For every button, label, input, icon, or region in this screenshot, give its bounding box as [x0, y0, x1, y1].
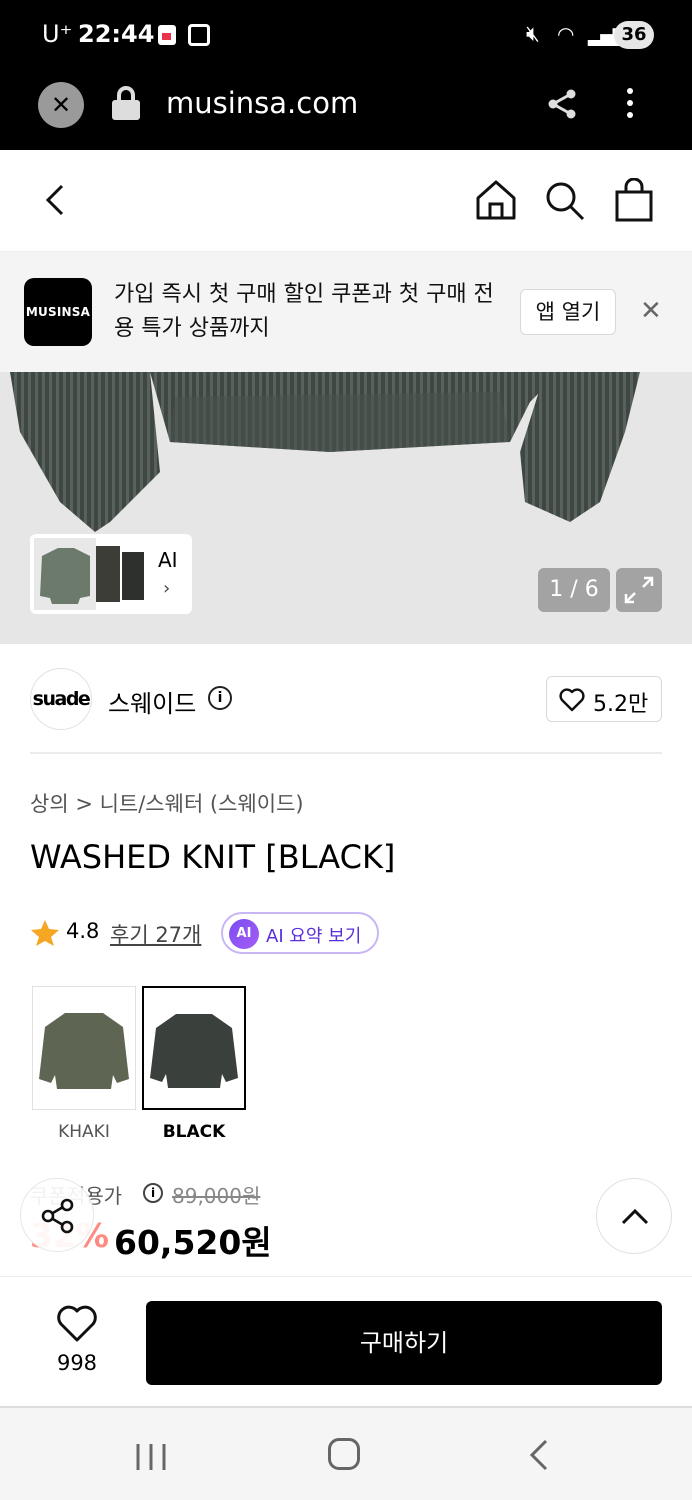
- clock: 22:44: [78, 20, 155, 48]
- ai-summary-button[interactable]: AI AI 요약 보기: [221, 912, 379, 954]
- rating-value: 4.8: [66, 919, 100, 943]
- wifi-icon: ◠: [557, 22, 575, 46]
- wishlist-button[interactable]: 998: [40, 1305, 114, 1385]
- promo-message: 가입 즉시 첫 구매 할인 쿠폰과 첫 구매 전용 특가 상품까지: [114, 282, 494, 341]
- heart-icon: [57, 1305, 97, 1342]
- brand-like-count: 5.2만: [593, 692, 649, 717]
- purchase-action-bar: 998 구매하기: [0, 1276, 692, 1406]
- lock-icon[interactable]: [112, 86, 140, 122]
- close-icon[interactable]: ✕: [640, 296, 662, 326]
- share-button[interactable]: [20, 1178, 94, 1252]
- home-icon[interactable]: [474, 178, 518, 222]
- brand-name[interactable]: 스웨이드: [108, 684, 196, 719]
- original-price: 89,000원: [172, 1184, 261, 1208]
- brand-logo[interactable]: suade: [30, 668, 92, 730]
- product-title: WASHED KNIT [BLACK]: [30, 838, 396, 876]
- review-link[interactable]: 후기 27개: [110, 919, 201, 949]
- ai-thumbnail-card[interactable]: AI ›: [30, 534, 192, 614]
- divider: [30, 752, 662, 754]
- price-info-icon[interactable]: i: [143, 1183, 163, 1203]
- khaki-knit-image: [39, 1013, 129, 1089]
- image-counter: 1 / 6: [538, 568, 610, 612]
- expand-icon[interactable]: [616, 568, 662, 612]
- more-menu-icon[interactable]: [620, 88, 640, 122]
- star-icon: [31, 920, 59, 946]
- app-promo-banner: MUSINSA 가입 즉시 첫 구매 할인 쿠폰과 첫 구매 전용 특가 상품까…: [0, 252, 692, 372]
- buy-button[interactable]: 구매하기: [146, 1301, 662, 1385]
- chevron-up-icon: [621, 1208, 649, 1225]
- status-bar: U⁺ 22:44 🔇︎ ◠ ▂▄▆ 36: [0, 0, 692, 72]
- shopping-bag-icon[interactable]: [612, 178, 656, 222]
- black-knit-image: [150, 1014, 238, 1088]
- chevron-right-icon: ›: [163, 578, 171, 599]
- search-icon[interactable]: [542, 178, 586, 222]
- open-app-button[interactable]: 앱 열기: [520, 289, 616, 335]
- color-label-black: BLACK: [162, 1122, 226, 1142]
- back-icon[interactable]: [36, 180, 76, 220]
- heart-icon: [559, 688, 585, 712]
- url-bar[interactable]: musinsa.com: [166, 86, 358, 120]
- sale-price: 60,520원: [114, 1223, 272, 1262]
- carrier-label: U⁺: [42, 20, 73, 48]
- product-image-gallery[interactable]: AI › 1 / 6: [0, 372, 692, 644]
- recent-apps-icon[interactable]: [134, 1442, 168, 1472]
- category-breadcrumb[interactable]: 상의 > 니트/스웨터 (스웨이드): [30, 788, 304, 818]
- share-icon[interactable]: [544, 86, 580, 122]
- home-nav-icon[interactable]: [328, 1438, 360, 1470]
- brand-like-button[interactable]: 5.2만: [546, 676, 662, 722]
- ai-summary-label: AI 요약 보기: [266, 926, 362, 947]
- back-nav-icon[interactable]: [524, 1438, 554, 1472]
- info-icon[interactable]: i: [208, 686, 232, 710]
- color-swatch-black[interactable]: [142, 986, 246, 1110]
- system-navigation-bar: [0, 1406, 692, 1500]
- app-header: [0, 150, 692, 252]
- color-label-khaki: KHAKI: [58, 1122, 110, 1142]
- color-swatch-khaki[interactable]: [32, 986, 136, 1110]
- ai-thumbnail-label: AI: [158, 548, 178, 572]
- musinsa-logo: MUSINSA: [24, 278, 92, 346]
- scroll-to-top-button[interactable]: [596, 1178, 672, 1254]
- screenshot-icon: [188, 24, 210, 46]
- close-tab-button[interactable]: ✕: [38, 82, 84, 128]
- thumbnail-image: [34, 538, 144, 610]
- browser-toolbar: ✕ musinsa.com: [0, 72, 692, 150]
- wishlist-count: 998: [56, 1351, 98, 1375]
- mute-icon: 🔇︎: [526, 22, 540, 47]
- ai-badge-icon: AI: [229, 919, 259, 949]
- battery-indicator: 36: [614, 21, 654, 49]
- calendar-icon: [158, 25, 176, 45]
- share-icon: [41, 1198, 74, 1234]
